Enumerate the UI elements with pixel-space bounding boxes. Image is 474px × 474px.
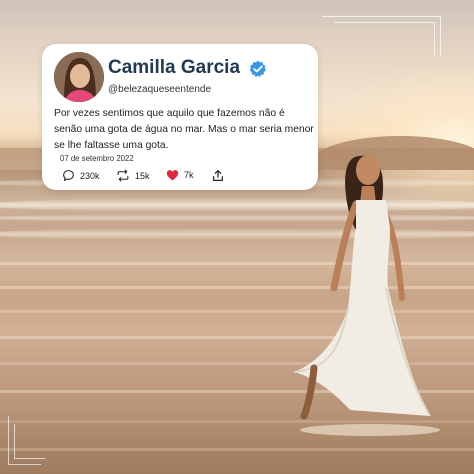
comment-icon (63, 170, 74, 181)
like-button[interactable]: 7k (166, 169, 194, 181)
avatar[interactable] (54, 52, 104, 102)
heart-icon (166, 170, 179, 181)
social-post-card: Camilla Garcia @belezaqueseentende Por v… (42, 44, 318, 190)
author-name[interactable]: Camilla Garcia (108, 57, 240, 79)
repost-button[interactable]: 15k (116, 169, 150, 182)
like-count: 7k (184, 170, 194, 180)
decorative-frame-lines (322, 16, 442, 56)
water-reflection (0, 448, 474, 451)
verified-badge-icon (249, 60, 266, 77)
post-date: 07 de setembro 2022 (60, 154, 134, 163)
share-button[interactable] (212, 169, 224, 182)
post-text: Por vezes sentimos que aquilo que fazemo… (54, 108, 314, 151)
comment-button[interactable]: 230k (62, 169, 100, 182)
woman-walking-on-beach (293, 155, 440, 436)
comment-count: 230k (80, 170, 100, 181)
decorative-corner-lines (8, 416, 48, 466)
author-handle[interactable]: @belezaqueseentende (108, 84, 211, 95)
repost-count: 15k (135, 170, 150, 181)
repost-icon (117, 169, 129, 182)
share-icon (213, 170, 223, 181)
